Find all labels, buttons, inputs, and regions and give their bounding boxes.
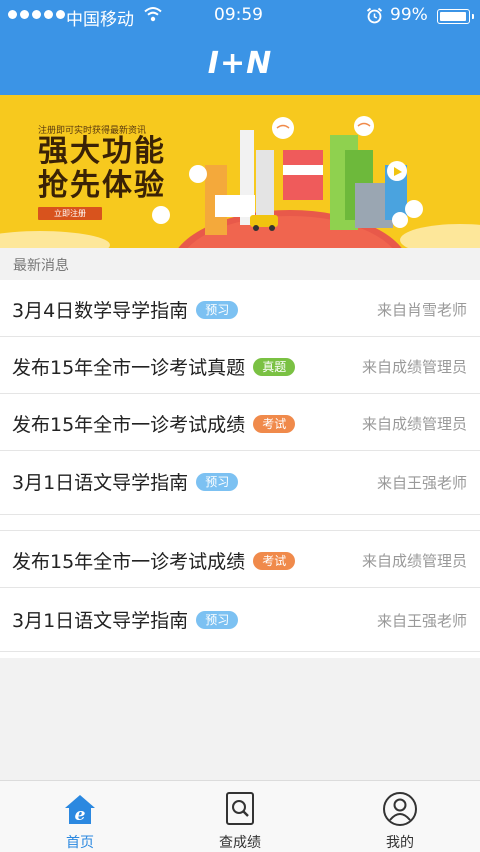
battery-icon <box>437 9 474 24</box>
news-tag: 预习 <box>196 473 239 491</box>
tab-profile[interactable]: 我的 <box>320 781 480 852</box>
news-title-text: 3月4日数学导学指南 <box>12 300 189 322</box>
signal-strength-icon <box>8 10 65 19</box>
tab-profile-label: 我的 <box>386 835 414 851</box>
battery-percentage: 99% <box>390 5 428 25</box>
svg-text:e: e <box>75 805 86 825</box>
news-title: 发布15年全市一诊考试成绩 考试 <box>12 547 296 574</box>
banner-title: 强大功能 抢先体验 <box>38 135 166 203</box>
wifi-icon <box>144 7 162 22</box>
app-header: 中国移动 09:59 99% I+N <box>0 0 480 95</box>
tab-scores[interactable]: 查成绩 <box>160 781 320 852</box>
tab-home[interactable]: e 首页 <box>0 781 160 852</box>
news-title-text: 3月1日语文导学指南 <box>12 610 189 632</box>
news-title: 3月1日语文导学指南 预习 <box>12 606 239 633</box>
news-title: 3月1日语文导学指南 预习 <box>12 468 239 495</box>
news-item[interactable]: 3月1日语文导学指南 预习 来自王强老师 <box>0 588 480 652</box>
tab-scores-label: 查成绩 <box>219 835 261 851</box>
status-bar: 中国移动 09:59 99% <box>0 0 480 32</box>
news-tag: 预习 <box>196 611 239 629</box>
tab-home-label: 首页 <box>66 835 94 851</box>
news-source: 来自成绩管理员 <box>361 358 467 376</box>
status-time: 09:59 <box>214 5 263 25</box>
news-source: 来自成绩管理员 <box>361 552 467 570</box>
news-source: 来自王强老师 <box>376 612 467 630</box>
news-item[interactable]: 发布15年全市一诊考试成绩 考试 来自成绩管理员 <box>0 394 480 451</box>
news-title-text: 3月1日语文导学指南 <box>12 472 189 494</box>
news-source: 来自王强老师 <box>376 474 467 492</box>
news-tag: 预习 <box>196 301 239 319</box>
news-tag: 考试 <box>253 415 296 433</box>
news-title-text: 发布15年全市一诊考试成绩 <box>12 551 246 573</box>
search-document-icon <box>226 792 254 825</box>
tab-bar: e 首页 查成绩 我的 <box>0 780 480 852</box>
banner-title-line2: 抢先体验 <box>38 168 166 203</box>
news-source: 来自肖雪老师 <box>376 301 467 319</box>
news-title: 发布15年全市一诊考试成绩 考试 <box>12 410 296 437</box>
user-icon <box>383 792 417 826</box>
news-item[interactable]: 3月1日语文导学指南 预习 来自王强老师 <box>0 451 480 515</box>
carrier-name: 中国移动 <box>66 10 134 30</box>
news-item[interactable]: 发布15年全市一诊考试成绩 考试 来自成绩管理员 <box>0 530 480 588</box>
news-item[interactable]: 3月4日数学导学指南 预习 来自肖雪老师 <box>0 280 480 337</box>
news-tag: 考试 <box>253 552 296 570</box>
news-source: 来自成绩管理员 <box>361 415 467 433</box>
news-list: 3月4日数学导学指南 预习 来自肖雪老师 发布15年全市一诊考试真题 真题 来自成绩… <box>0 280 480 658</box>
app-logo: I+N <box>207 46 273 81</box>
section-title: 最新消息 <box>13 258 69 274</box>
alarm-icon <box>366 7 383 24</box>
home-icon: e <box>65 795 95 825</box>
register-button[interactable]: 立即注册 <box>38 207 102 220</box>
news-title-text: 发布15年全市一诊考试成绩 <box>12 414 246 436</box>
promo-banner[interactable]: 注册即可实时获得最新资讯 强大功能 抢先体验 立即注册 <box>0 95 480 248</box>
news-title-text: 发布15年全市一诊考试真题 <box>12 357 246 379</box>
news-title: 3月4日数学导学指南 预习 <box>12 296 239 323</box>
news-item[interactable]: 发布15年全市一诊考试真题 真题 来自成绩管理员 <box>0 337 480 394</box>
news-tag: 真题 <box>253 358 296 376</box>
news-title: 发布15年全市一诊考试真题 真题 <box>12 353 296 380</box>
banner-title-line1: 强大功能 <box>38 134 166 169</box>
